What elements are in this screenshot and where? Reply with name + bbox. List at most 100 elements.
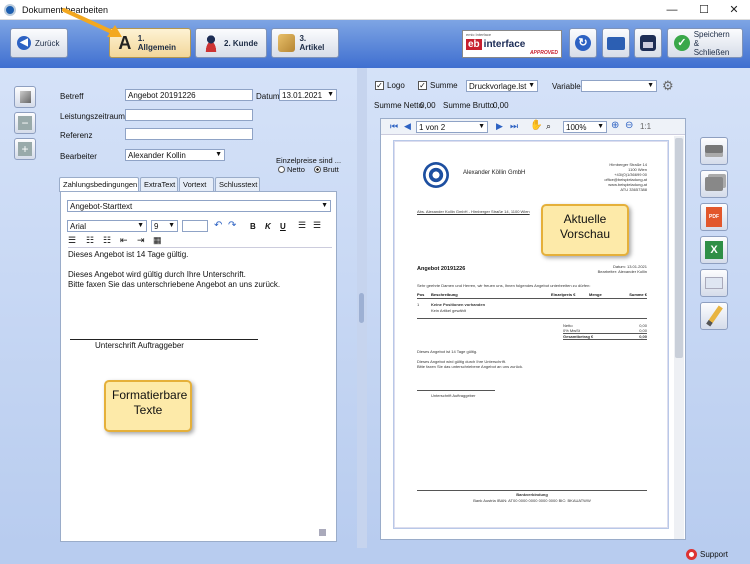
datum-picker[interactable]: 13.01.2021 ▼	[279, 89, 337, 101]
indent-increase-icon[interactable]: ⇥	[137, 235, 145, 246]
bearbeiter-value: Alexander Kollin	[128, 151, 186, 160]
bearbeiter-select[interactable]: Alexander Kollin ▼	[125, 149, 225, 161]
zoom-in-icon[interactable]: ⊕	[611, 120, 619, 131]
tab-extratext[interactable]: ExtraText	[140, 177, 178, 191]
col-unit-price: Einzelpreis €	[551, 292, 576, 297]
signature-label: Unterschrift Auftraggeber	[95, 341, 184, 350]
add-button[interactable]: +	[14, 138, 36, 160]
actual-size-button[interactable]: 1:1	[640, 122, 651, 131]
print-template-select[interactable]: Druckvorlage.lst ▼	[466, 80, 538, 92]
splitter-grip[interactable]	[359, 293, 364, 323]
tab-zahlungsbedingungen[interactable]: Zahlungsbedingungen	[59, 177, 139, 192]
document-body: Dieses Angebot ist 14 Tage gültig. Diese…	[417, 349, 523, 369]
editor-resize-handle[interactable]	[319, 529, 326, 536]
underline-icon[interactable]: U	[280, 222, 286, 231]
hand-tool-icon[interactable]: ✋	[530, 120, 542, 131]
redo-icon[interactable]: ↷	[228, 220, 236, 231]
support-link[interactable]: Support	[686, 549, 728, 560]
print-button[interactable]	[700, 137, 728, 165]
company-address: Hirnberger Straße 14 1100 Wien +43/(0)1/…	[595, 162, 647, 192]
printer-stack-icon	[705, 177, 723, 191]
list-numbers-icon[interactable]: ☷	[103, 235, 111, 246]
totals-row: Gesamtbetrag € 0,00	[563, 333, 647, 340]
tab-artikel-label: 3. Artikel	[299, 34, 325, 52]
leistungszeitraum-input[interactable]	[125, 109, 253, 121]
first-page-icon[interactable]: ⏮	[390, 121, 398, 132]
last-page-icon[interactable]: ⏭	[510, 121, 518, 132]
status-bar	[0, 548, 750, 564]
variable-select[interactable]: ▼	[581, 80, 657, 92]
tab-kunde[interactable]: 2. Kunde	[195, 28, 267, 58]
maximize-button[interactable]: ☐	[690, 2, 718, 18]
font-select[interactable]: Arial ▼	[67, 220, 147, 232]
printer-icon	[705, 145, 723, 157]
export-excel-button[interactable]: X	[700, 236, 728, 264]
remove-button[interactable]: −	[14, 112, 36, 134]
save-button[interactable]	[634, 28, 662, 58]
referenz-input[interactable]	[125, 128, 253, 140]
excel-icon: X	[705, 241, 723, 259]
tab-vortext[interactable]: Vortext	[179, 177, 214, 191]
close-button[interactable]: ✕	[720, 2, 748, 18]
checkbox-checked-icon: ✓	[375, 81, 384, 90]
editor-line: Dieses Angebot ist 14 Tage gültig.	[68, 250, 189, 259]
list-bullets-icon[interactable]: ☷	[86, 235, 94, 246]
table-divider	[417, 318, 647, 319]
template-value: Angebot-Starttext	[70, 202, 133, 211]
prev-page-icon[interactable]: ◀	[404, 121, 411, 132]
folder-icon	[607, 36, 625, 50]
radio-off-icon	[278, 166, 285, 173]
totals-block: Netto 0,00 0% MwSt 0,00 Gesamtbetrag €0,00	[563, 323, 647, 340]
cube-button[interactable]	[14, 86, 36, 108]
zoom-out-icon[interactable]: ⊖	[625, 120, 633, 131]
open-folder-button[interactable]	[602, 28, 630, 58]
tab-schlusstext[interactable]: Schlusstext	[215, 177, 260, 191]
netto-radio[interactable]: Netto	[278, 165, 305, 174]
font-value: Arial	[70, 222, 87, 231]
viewer-scrollbar[interactable]	[674, 136, 684, 539]
next-page-icon[interactable]: ▶	[496, 121, 503, 132]
callout-formatierbare-texte: Formatierbare Texte	[104, 380, 192, 432]
table-icon[interactable]: ▦	[153, 235, 162, 246]
align-left-icon[interactable]: ☰	[298, 220, 306, 231]
minimize-button[interactable]: —	[658, 2, 686, 18]
address-line: ATU 33657388	[620, 187, 647, 192]
logo-checkbox[interactable]: ✓ Logo	[375, 81, 405, 90]
chevron-down-icon: ▼	[597, 123, 604, 130]
summe-checkbox[interactable]: ✓ Summe	[418, 81, 458, 90]
chevron-down-icon: ▼	[321, 202, 328, 209]
email-button[interactable]	[700, 269, 728, 297]
total-value: 0,00	[639, 334, 647, 339]
edit-button[interactable]	[700, 302, 728, 330]
refresh-icon: ↻	[575, 35, 591, 51]
chevron-down-icon: ▼	[168, 222, 175, 229]
indent-decrease-icon[interactable]: ⇤	[120, 235, 128, 246]
zoom-tool-icon[interactable]: ⌕	[546, 121, 551, 132]
scrollbar-thumb[interactable]	[675, 138, 683, 358]
export-pdf-button[interactable]: PDF	[700, 203, 728, 231]
refresh-button[interactable]: ↻	[569, 28, 597, 58]
align-center-icon[interactable]: ☰	[313, 220, 321, 231]
save-and-close-button[interactable]: ✓ Speichern & Schließen	[667, 28, 743, 58]
row-pos: 1	[417, 302, 420, 307]
cube-icon	[20, 91, 31, 103]
brutto-radio[interactable]: Brutt	[314, 165, 339, 174]
page-select[interactable]: 1 von 2 ▼	[416, 121, 488, 133]
zoom-select[interactable]: 100% ▼	[563, 121, 607, 133]
template-select[interactable]: Angebot-Starttext ▼	[67, 200, 331, 212]
betreff-input[interactable]: Angebot 20191226	[125, 89, 253, 101]
print-multiple-button[interactable]	[700, 170, 728, 198]
total-value: 0,00	[639, 328, 647, 333]
bold-icon[interactable]: B	[250, 222, 256, 231]
panel-splitter[interactable]	[357, 68, 367, 548]
color-field[interactable]	[182, 220, 208, 232]
gear-icon[interactable]: ⚙	[662, 78, 674, 94]
envelope-icon	[705, 277, 723, 289]
support-label: Support	[700, 550, 729, 559]
italic-icon[interactable]: K	[265, 222, 271, 231]
size-select[interactable]: 9 ▼	[151, 220, 178, 232]
undo-icon[interactable]: ↶	[214, 220, 222, 231]
tab-artikel[interactable]: 3. Artikel	[271, 28, 339, 58]
document-page: Alexander Köllin GmbH Hirnberger Straße …	[394, 141, 668, 528]
align-right-icon[interactable]: ☰	[68, 235, 76, 246]
